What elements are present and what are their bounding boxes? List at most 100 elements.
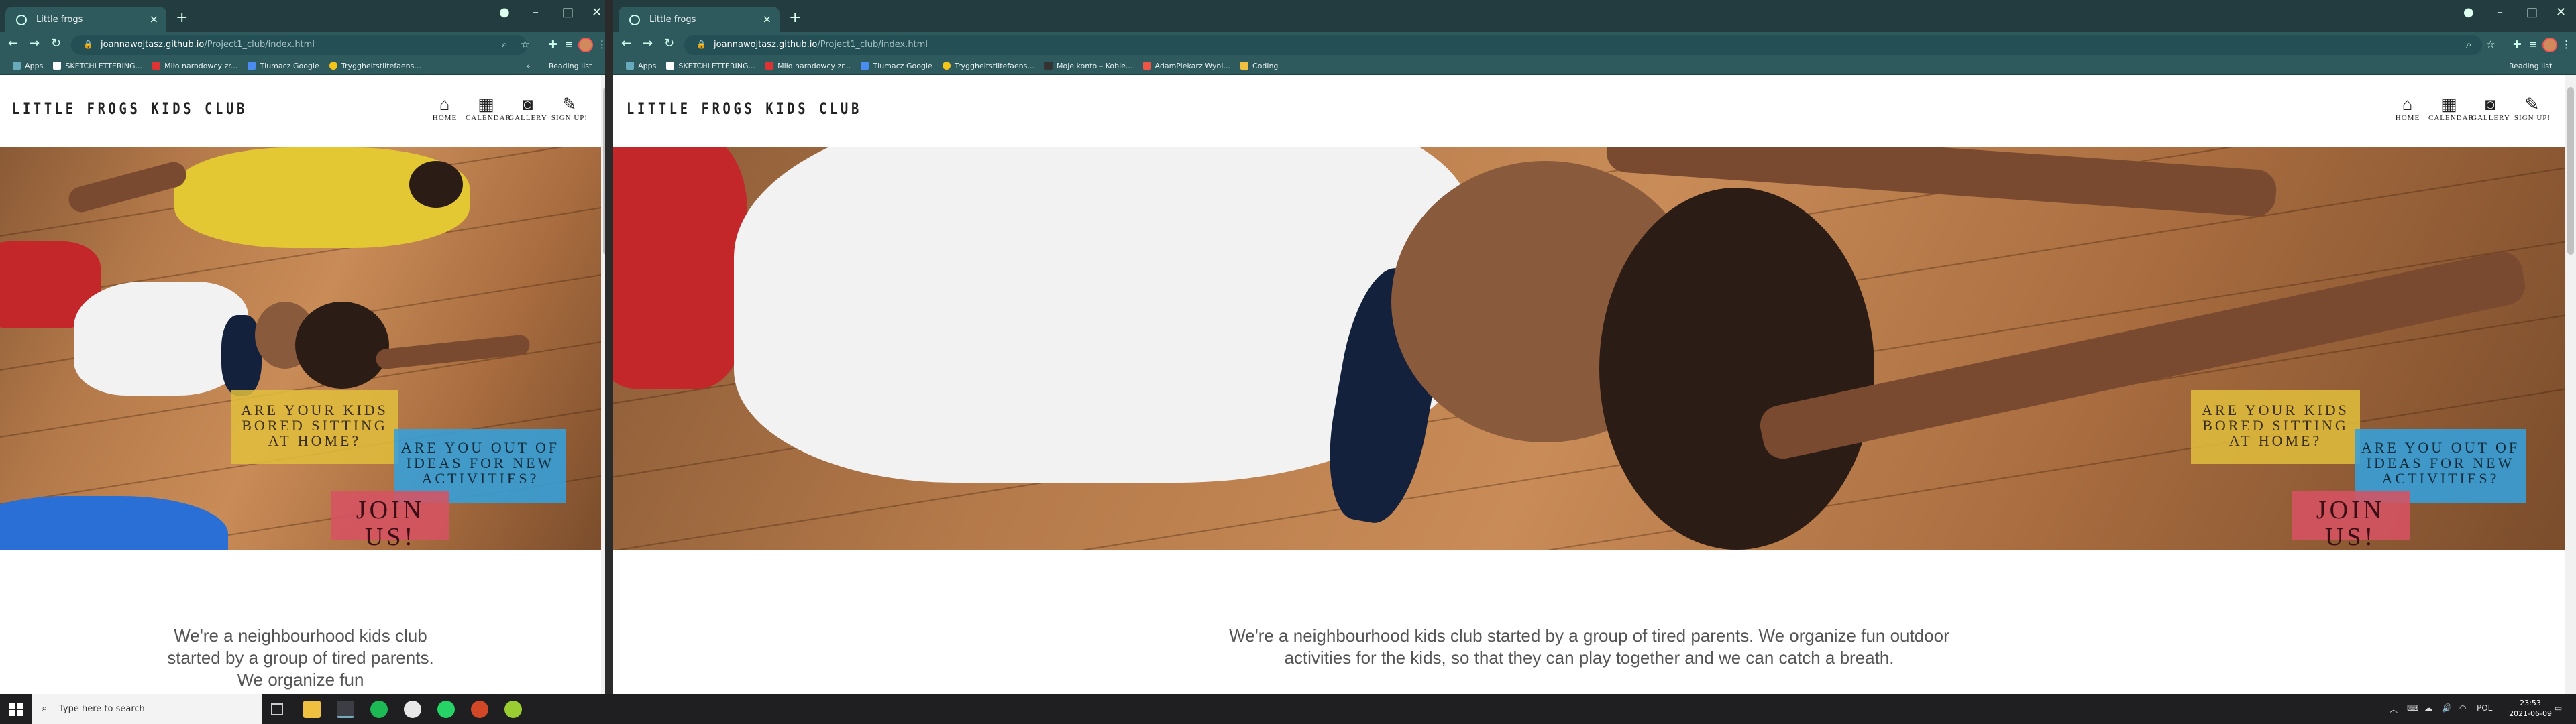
tray-chevron-icon[interactable]: ︿ [2390,703,2398,715]
cloud-icon[interactable]: ☁ [2424,703,2432,713]
bookmark-item[interactable]: SKETCHLETTERING... [666,62,762,70]
browser-tab[interactable]: Little frogs × [5,7,166,32]
language-indicator[interactable]: POL [2477,703,2492,713]
spotify-icon[interactable] [370,701,388,718]
bookmark-item[interactable]: Miło narodowcy zr... [152,62,244,70]
forward-icon[interactable]: → [30,36,40,50]
url-host: joannawojtasz.github.io [101,40,205,50]
nav-gallery[interactable]: ◙ GALLERY [2470,95,2512,123]
bookmark-item[interactable]: Apps [626,62,663,70]
app-icon[interactable] [504,701,522,718]
profile-dot-icon[interactable]: ● [2463,5,2474,19]
volume-icon[interactable]: 🔊 [2442,703,2452,713]
child-red-shorts [613,147,747,389]
intro-text: We're a neighbourhood kids club started … [1229,625,1949,668]
close-window-icon[interactable]: ✕ [2556,5,2566,19]
back-icon[interactable]: ← [8,36,18,50]
site-favicon-icon [629,15,640,25]
bookmark-item[interactable]: Tryggheitstiltefaens... [329,62,428,70]
page-scrollbar[interactable] [2565,75,2576,694]
join-us-button[interactable]: JOIN US! [331,491,449,550]
address-bar[interactable]: 🔒 joannawojtasz.github.io/Project1_club/… [684,35,2482,55]
child-arm [66,159,189,215]
reading-list-button[interactable]: Reading list [2509,62,2552,70]
browser-icon[interactable] [404,701,421,718]
nav-home[interactable]: ⌂ HOME [424,95,466,123]
reading-icon[interactable]: ≡ [565,38,574,50]
bookmark-folder[interactable]: Coding [1240,62,1285,70]
powerpoint-icon[interactable] [471,701,488,718]
close-tab-icon[interactable]: × [763,13,771,25]
scrollbar-thumb[interactable] [2567,87,2574,255]
bookmark-item[interactable]: Apps [13,62,50,70]
avatar[interactable] [578,38,593,52]
system-clock[interactable]: 23:53 2021-06-09 [2509,698,2552,719]
close-window-icon[interactable]: ✕ [592,5,602,19]
new-tab-icon[interactable]: + [176,9,188,26]
badge-kids-bored: ARE YOUR KIDS BORED SITTING AT HOME? [2191,390,2360,464]
hero-image: ARE YOUR KIDS BORED SITTING AT HOME? ARE… [0,147,601,550]
maximize-icon[interactable]: □ [562,5,574,19]
close-tab-icon[interactable]: × [150,13,158,25]
nav-gallery[interactable]: ◙ GALLERY [507,95,549,123]
bookmark-item[interactable]: AdamPiekarz Wyni... [1142,62,1237,70]
windows-start-icon[interactable] [9,703,23,716]
minimize-icon[interactable]: – [2497,5,2503,19]
nav-calendar[interactable]: ▦ CALENDAR [466,95,511,123]
wifi-icon[interactable]: ◠ [2459,703,2466,713]
back-icon[interactable]: ← [621,36,631,50]
nav-signup[interactable]: ✎ SIGN UP! [2512,95,2553,123]
join-us-button[interactable]: JOIN US! [2292,491,2410,550]
site-favicon-icon [16,15,27,25]
taskbar-search[interactable]: ⌕ Type here to search [32,694,262,724]
reading-icon[interactable]: ≡ [2529,38,2538,50]
reload-icon[interactable]: ↻ [51,36,61,50]
star-icon[interactable]: ☆ [2486,38,2495,50]
notifications-icon[interactable]: ▭ [2555,703,2562,713]
bookmark-item[interactable]: Tryggheitstiltefaens... [942,62,1041,70]
file-explorer-icon[interactable] [303,701,321,718]
nav-label: GALLERY [2471,114,2510,122]
menu-icon[interactable]: ⋮ [2561,38,2571,50]
bookmark-item[interactable]: Tłumacz Google [248,62,325,70]
maximize-icon[interactable]: □ [2526,5,2538,19]
star-icon[interactable]: ☆ [521,38,529,50]
extensions-icon[interactable]: ✚ [549,38,557,50]
bookmarks-bar: Apps SKETCHLETTERING... Miło narodowcy z… [0,58,612,75]
browser-toolbar: ← → ↻ 🔒 joannawojtasz.github.io/Project1… [613,32,2576,58]
nav-calendar[interactable]: ▦ CALENDAR [2428,95,2473,123]
zoom-icon[interactable]: ⌕ [502,38,507,50]
bookmark-item[interactable]: Tłumacz Google [861,62,938,70]
avatar[interactable] [2542,38,2557,52]
more-bookmarks-icon[interactable]: » [526,62,531,70]
child-hair [409,161,463,208]
site-logo[interactable]: LITTLE FROGS KIDS CLUB [12,99,248,118]
search-icon: ⌕ [42,702,48,714]
nav-signup[interactable]: ✎ SIGN UP! [549,95,590,123]
nav-label: SIGN UP! [2514,114,2551,122]
calendar-icon: ▦ [478,95,495,114]
taskbar: ⌕ Type here to search ︿ ⌨ ☁ 🔊 ◠ POL 23:5… [0,694,2576,724]
address-bar[interactable]: 🔒 joannawojtasz.github.io/Project1_club/… [71,35,527,55]
browser-window-left: Little frogs × + ● – □ ✕ ← → ↻ 🔒 joannaw… [0,0,612,694]
forward-icon[interactable]: → [643,36,653,50]
site-nav: ⌂ HOME ▦ CALENDAR ◙ GALLERY ✎ SIGN UP! [2387,95,2553,123]
bookmark-item[interactable]: SKETCHLETTERING... [53,62,149,70]
task-view-icon[interactable] [271,703,283,715]
bookmark-item[interactable]: Miło narodowcy zr... [765,62,857,70]
nav-home[interactable]: ⌂ HOME [2387,95,2428,123]
new-tab-icon[interactable]: + [789,9,801,26]
minimize-icon[interactable]: – [533,5,539,19]
chrome-icon[interactable] [337,701,354,718]
reload-icon[interactable]: ↻ [664,36,674,50]
site-logo[interactable]: LITTLE FROGS KIDS CLUB [627,99,862,118]
browser-toolbar: ← → ↻ 🔒 joannawojtasz.github.io/Project1… [0,32,612,58]
network-icon[interactable]: ⌨ [2407,703,2418,713]
reading-list-button[interactable]: Reading list [549,62,592,70]
extensions-icon[interactable]: ✚ [2513,38,2522,50]
zoom-icon[interactable]: ⌕ [2466,38,2471,50]
whatsapp-icon[interactable] [437,701,455,718]
browser-tab[interactable]: Little frogs × [619,7,780,32]
profile-dot-icon[interactable]: ● [499,5,510,19]
bookmark-item[interactable]: Moje konto – Kobie... [1044,62,1139,70]
